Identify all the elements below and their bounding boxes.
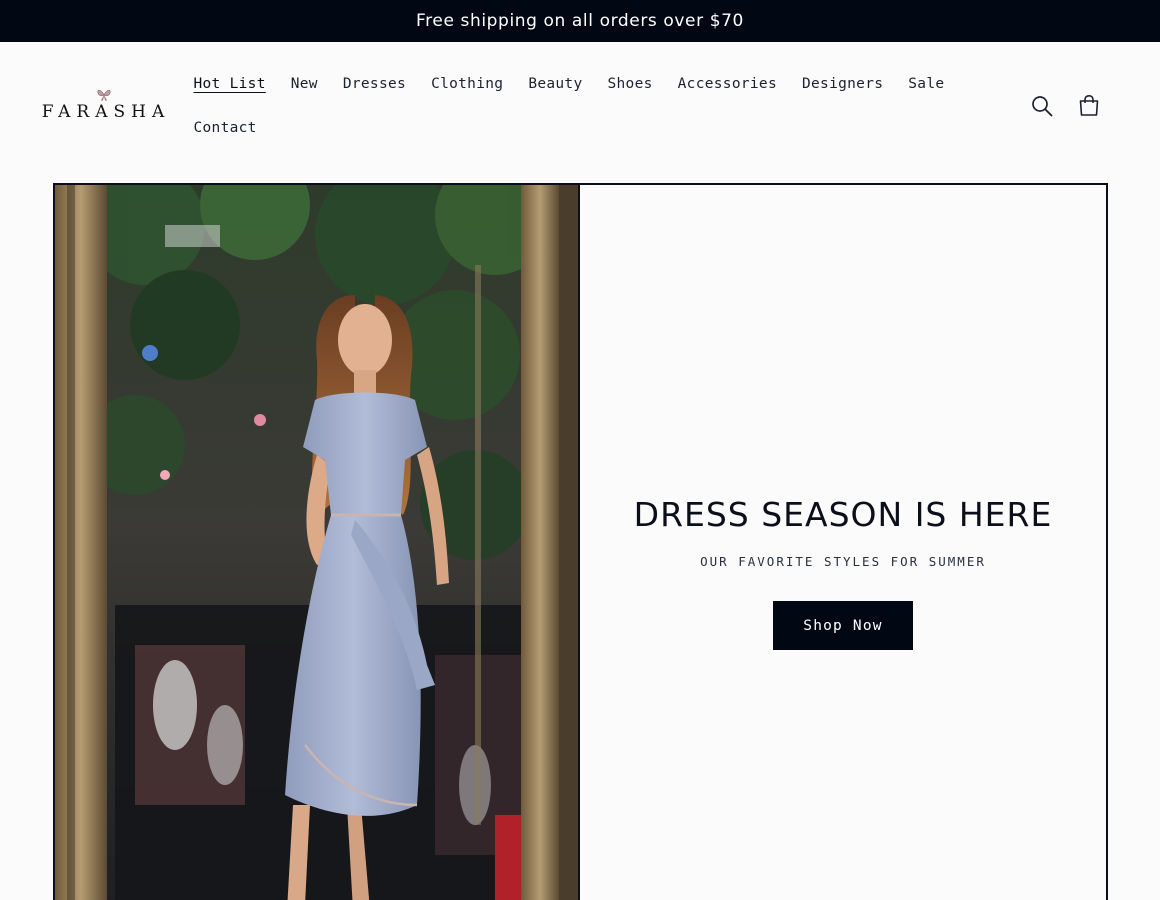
announcement-text: Free shipping on all orders over $70: [416, 11, 744, 31]
search-icon: [1032, 96, 1053, 117]
shop-now-button[interactable]: Shop Now: [773, 601, 913, 650]
nav-item-hot-list[interactable]: Hot List: [181, 76, 278, 92]
hero-heading: DRESS SEASON IS HERE: [633, 495, 1053, 534]
hero-subheading: OUR FAVORITE STYLES FOR SUMMER: [700, 554, 986, 569]
nav-item-accessories[interactable]: Accessories: [665, 76, 789, 92]
woman-in-dress-photo: [55, 185, 578, 900]
hero-content: DRESS SEASON IS HERE OUR FAVORITE STYLES…: [580, 185, 1106, 900]
cart-icon: [1079, 94, 1099, 116]
logo-wordmark: FARASHA: [41, 102, 171, 122]
search-button[interactable]: [1024, 88, 1060, 124]
cart-button[interactable]: [1071, 88, 1107, 124]
brand-logo[interactable]: FARASHA: [42, 88, 164, 128]
nav-item-clothing[interactable]: Clothing: [419, 76, 516, 92]
nav-item-contact[interactable]: Contact: [181, 120, 269, 136]
hero-image: [55, 185, 580, 900]
nav-item-new[interactable]: New: [278, 76, 330, 92]
nav-item-sale[interactable]: Sale: [896, 76, 957, 92]
nav-item-dresses[interactable]: Dresses: [330, 76, 418, 92]
hero-banner: DRESS SEASON IS HERE OUR FAVORITE STYLES…: [53, 183, 1108, 900]
nav-item-designers[interactable]: Designers: [789, 76, 895, 92]
announcement-bar: Free shipping on all orders over $70: [0, 0, 1160, 42]
main-nav: Hot List New Dresses Clothing Beauty Sho…: [181, 62, 961, 150]
butterfly-icon: [97, 89, 111, 101]
nav-item-beauty[interactable]: Beauty: [516, 76, 595, 92]
nav-item-shoes[interactable]: Shoes: [595, 76, 665, 92]
